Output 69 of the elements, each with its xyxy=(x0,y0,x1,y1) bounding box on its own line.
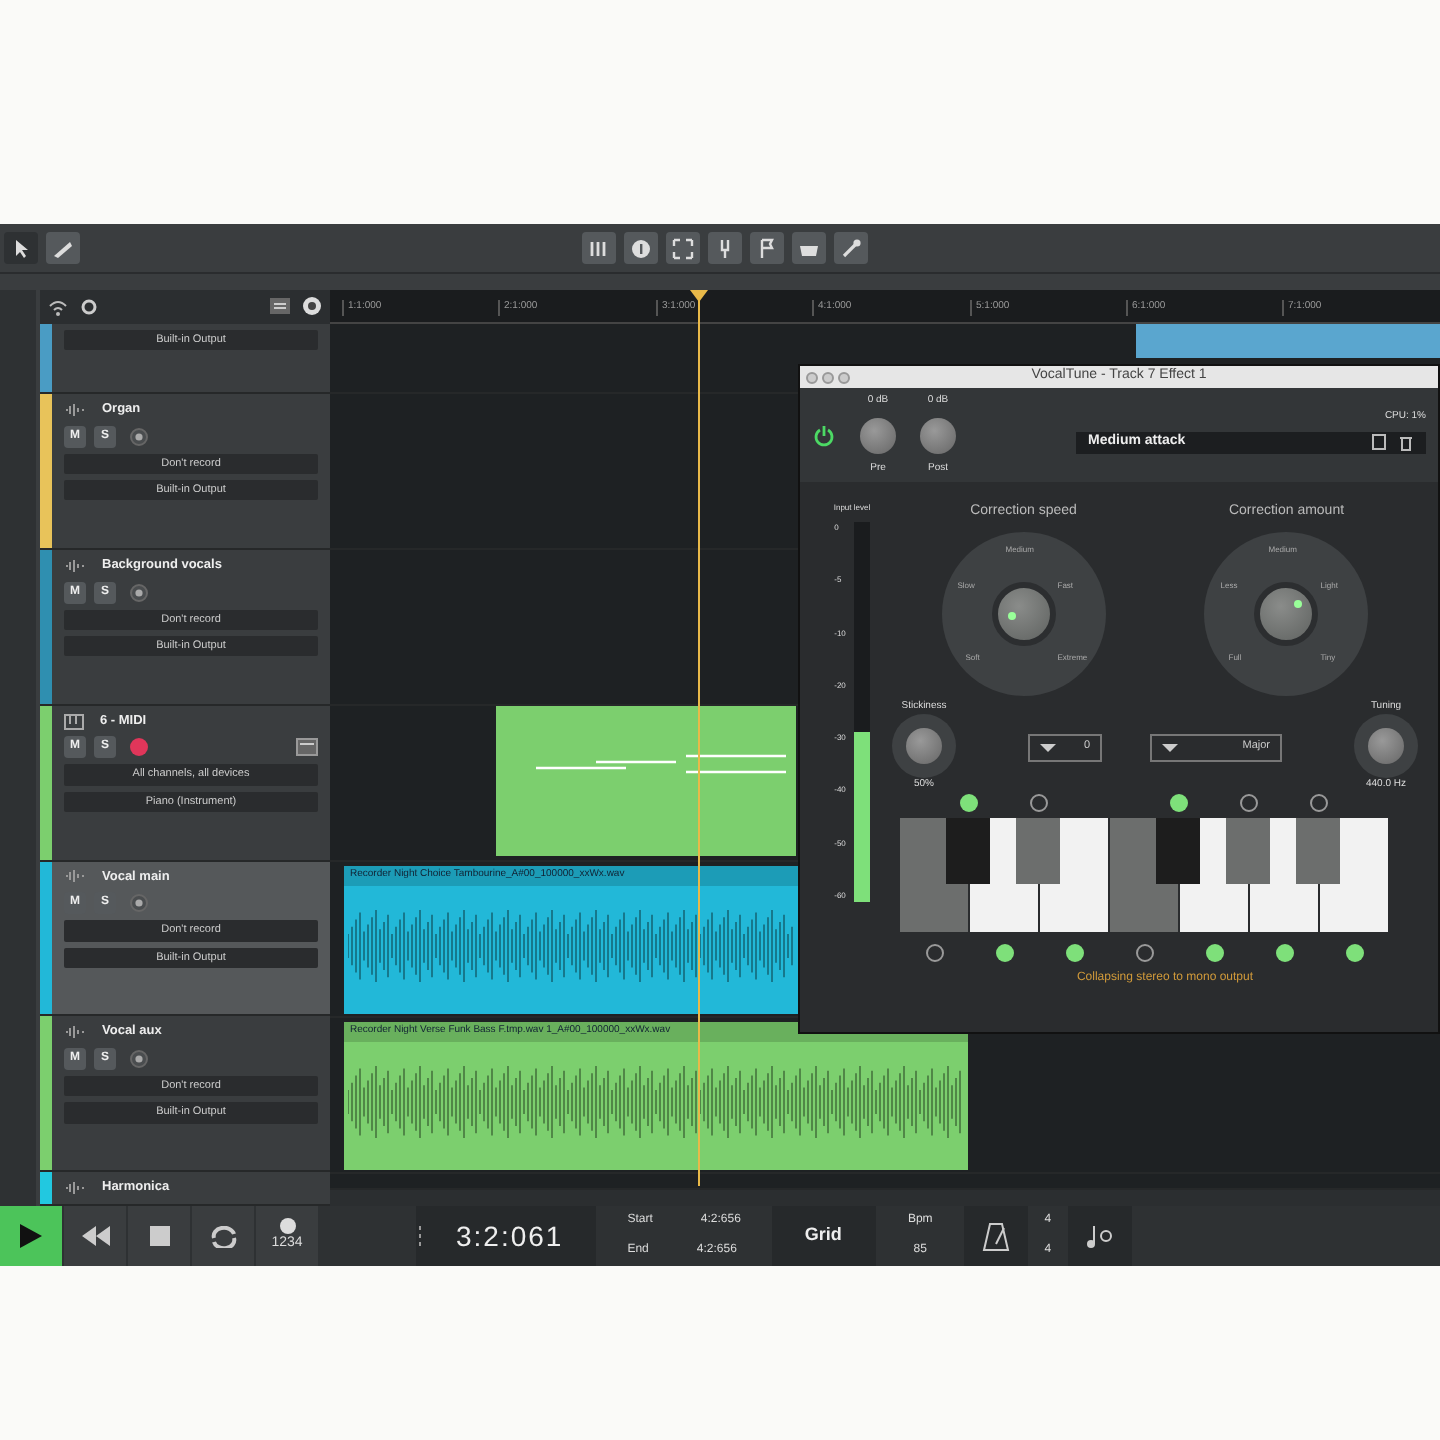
loop-button[interactable] xyxy=(192,1206,254,1266)
note-toggle-dot[interactable] xyxy=(1240,793,1258,811)
basket-button[interactable] xyxy=(792,232,826,264)
note-toggle-dot[interactable] xyxy=(1276,943,1294,961)
note-icon xyxy=(1085,1223,1112,1249)
loop-icon xyxy=(209,1225,237,1247)
note-toggle-dot[interactable] xyxy=(996,943,1014,961)
note-toggle-dot[interactable] xyxy=(960,793,978,811)
list-icon[interactable] xyxy=(270,298,290,315)
record-icon[interactable] xyxy=(130,738,148,757)
midi-clip[interactable] xyxy=(496,706,796,856)
metronome-icon xyxy=(981,1221,1010,1251)
save-icon[interactable] xyxy=(1372,434,1386,451)
waveform-icon xyxy=(64,557,86,574)
caret-icon xyxy=(1039,743,1056,751)
stop-button[interactable] xyxy=(128,1206,190,1266)
note-toggle-dot[interactable] xyxy=(1066,943,1084,961)
pencil-icon xyxy=(52,237,74,259)
pre-gain-knob[interactable] xyxy=(860,417,896,453)
grid-button[interactable] xyxy=(582,232,616,264)
play-button[interactable] xyxy=(0,1206,62,1266)
note-toggle-dot[interactable] xyxy=(1170,793,1188,811)
wifi-icon[interactable] xyxy=(48,297,68,316)
waveform-icon xyxy=(64,1024,86,1041)
wrench-button[interactable] xyxy=(834,232,868,264)
tuning-fork-button[interactable] xyxy=(708,232,742,264)
note-toggle-dot[interactable] xyxy=(1310,793,1328,811)
wrench-icon xyxy=(840,237,862,259)
rewind-icon xyxy=(81,1226,109,1246)
stop-icon xyxy=(149,1226,169,1246)
pencil-tool-button[interactable] xyxy=(46,232,80,264)
pointer-icon xyxy=(11,237,31,259)
dot-icon xyxy=(279,1217,295,1234)
grid-icon xyxy=(588,237,610,259)
expand-icon xyxy=(672,237,694,259)
trash-icon[interactable] xyxy=(1398,433,1414,452)
tuning-knob[interactable] xyxy=(1354,714,1418,778)
waveform-icon xyxy=(64,868,86,885)
piano-roll-icon[interactable] xyxy=(296,738,318,757)
note-toggle-dot[interactable] xyxy=(1136,943,1154,961)
rewind-button[interactable] xyxy=(64,1206,126,1266)
flag-icon xyxy=(756,237,778,259)
keyboard-icon xyxy=(64,713,84,730)
record-icon[interactable] xyxy=(130,427,148,446)
note-toggle-dot[interactable] xyxy=(1346,943,1364,961)
power-icon[interactable] xyxy=(812,423,836,447)
record-icon[interactable] xyxy=(130,1050,148,1069)
info-button[interactable] xyxy=(624,232,658,264)
grip-icon xyxy=(416,1224,424,1248)
note-toggle-dot[interactable] xyxy=(1206,943,1224,961)
record-icon[interactable] xyxy=(130,894,148,913)
post-gain-knob[interactable] xyxy=(920,417,956,453)
time-display: 3:2:061 xyxy=(454,1217,566,1255)
note-toggle-dot[interactable] xyxy=(926,943,944,961)
flag-button[interactable] xyxy=(750,232,784,264)
audio-clip[interactable] xyxy=(1136,324,1440,358)
settings-icon[interactable] xyxy=(80,297,98,316)
waveform-icon xyxy=(64,1180,86,1197)
info-icon xyxy=(630,237,652,259)
note-toggle-dot[interactable] xyxy=(1030,793,1048,811)
record-icon[interactable] xyxy=(130,583,148,602)
waveform-icon xyxy=(64,401,86,418)
play-icon xyxy=(20,1224,42,1248)
stickiness-knob[interactable] xyxy=(892,714,956,778)
pointer-tool-button[interactable] xyxy=(4,232,38,264)
expand-button[interactable] xyxy=(666,232,700,264)
caret-icon xyxy=(1162,743,1179,751)
gear-icon[interactable] xyxy=(302,296,322,317)
scrollbar[interactable] xyxy=(330,1190,1440,1206)
